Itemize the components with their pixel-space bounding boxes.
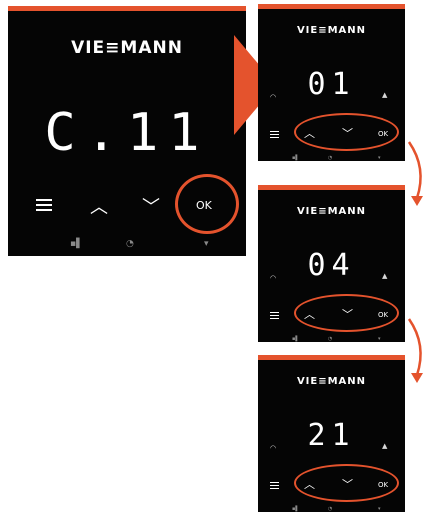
- menu-button[interactable]: [270, 312, 279, 321]
- highlight-ring: [175, 174, 239, 234]
- display-code: C.11: [44, 103, 210, 163]
- highlight-ring: [294, 464, 399, 502]
- step-panel: VIE≡MANN ◠ 01 ▲ ︿ ﹀ OK ▪▌ ◔ ▾: [258, 4, 405, 161]
- highlight-ring: [294, 113, 399, 151]
- footer-icon: ▪▌: [292, 155, 300, 161]
- step-panel: VIE≡MANN ◠ 21 ▲ ︿ ﹀ OK ▪▌ ◔ ▾: [258, 355, 405, 512]
- footer-icon: ▪▌: [70, 239, 84, 249]
- flame-icon: ▲: [382, 272, 388, 280]
- footer-icon: ▪▌: [292, 506, 300, 512]
- arrow-icon: [407, 141, 423, 206]
- brand-logo: VIE≡MANN: [71, 38, 183, 58]
- menu-button[interactable]: [270, 482, 279, 491]
- footer-icon: ◔: [328, 506, 333, 512]
- footer-icon: ◔: [126, 239, 134, 249]
- footer-icon: ◔: [328, 155, 333, 161]
- brand-logo: VIE≡MANN: [296, 376, 367, 387]
- menu-icon: [36, 199, 52, 201]
- flame-icon: ▲: [382, 442, 388, 450]
- main-control-panel: VIE≡MANN C.11 ︿ ﹀ OK ▪▌ ◔ ▾: [8, 6, 246, 256]
- chevron-down-icon[interactable]: ﹀: [142, 193, 160, 219]
- chevron-up-icon[interactable]: ︿: [90, 193, 108, 219]
- step-panel: VIE≡MANN ◠ 04 ▲ ︿ ﹀ OK ▪▌ ◔ ▾: [258, 185, 405, 342]
- menu-button[interactable]: [270, 131, 279, 140]
- highlight-ring: [294, 294, 399, 332]
- footer-icon: ▾: [204, 239, 209, 249]
- footer-icon: ▾: [378, 336, 381, 342]
- footer-icon: ▪▌: [292, 336, 300, 342]
- footer-icon: ◔: [328, 336, 333, 342]
- brand-logo: VIE≡MANN: [296, 206, 367, 217]
- menu-button[interactable]: [36, 199, 52, 214]
- flame-icon: ▲: [382, 91, 388, 99]
- brand-logo: VIE≡MANN: [296, 25, 367, 36]
- arrow-icon: [407, 318, 423, 383]
- footer-icon: ▾: [378, 155, 381, 161]
- footer-icon: ▾: [378, 506, 381, 512]
